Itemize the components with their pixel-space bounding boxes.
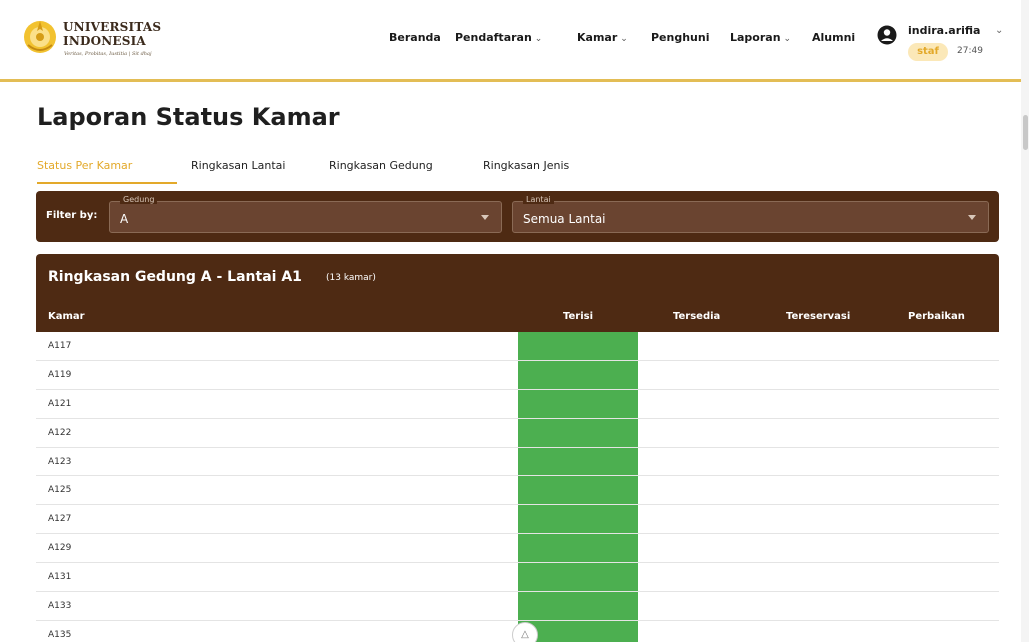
university-logo[interactable]: UNIVERSITAS INDONESIA Veritas, Probitas,… bbox=[20, 15, 190, 69]
room-label: A131 bbox=[48, 572, 72, 583]
logo-text-line1: UNIVERSITAS bbox=[63, 20, 162, 34]
room-label: A133 bbox=[48, 601, 72, 612]
app-header: UNIVERSITAS INDONESIA Veritas, Probitas,… bbox=[0, 0, 1029, 82]
user-name[interactable]: indira.arifia bbox=[908, 24, 980, 37]
page-title: Laporan Status Kamar bbox=[37, 103, 340, 131]
table-row[interactable]: A131 bbox=[36, 563, 999, 593]
table-row[interactable]: A125 bbox=[36, 476, 999, 506]
logo-tagline: Veritas, Probitas, Iustitia | Sit dhaj bbox=[64, 51, 152, 57]
tab-ringkasan-lantai[interactable]: Ringkasan Lantai bbox=[191, 159, 285, 172]
table-row[interactable]: A121 bbox=[36, 390, 999, 419]
table-row[interactable]: A127 bbox=[36, 505, 999, 535]
tab-ringkasan-gedung[interactable]: Ringkasan Gedung bbox=[329, 159, 433, 172]
column-header-tereservasi[interactable]: Tereservasi bbox=[786, 311, 850, 322]
gedung-select[interactable]: Gedung A bbox=[109, 195, 502, 233]
room-label: A117 bbox=[48, 341, 72, 351]
scrollbar-thumb[interactable] bbox=[1023, 115, 1028, 150]
caret-down-icon bbox=[968, 215, 976, 220]
active-tab-indicator bbox=[37, 182, 177, 184]
filter-label: Filter by: bbox=[46, 210, 98, 221]
nav-kamar[interactable]: Kamar ⌄ bbox=[577, 31, 628, 44]
room-label: A121 bbox=[48, 398, 72, 409]
room-label: A119 bbox=[48, 369, 72, 380]
room-label: A129 bbox=[48, 543, 72, 554]
room-label: A125 bbox=[48, 485, 72, 496]
room-label: A135 bbox=[48, 629, 72, 640]
tab-status-per-kamar[interactable]: Status Per Kamar bbox=[37, 159, 132, 172]
scroll-to-top-icon[interactable]: △ bbox=[512, 622, 538, 642]
lantai-select-value: Semua Lantai bbox=[523, 212, 606, 226]
gedung-select-legend: Gedung bbox=[120, 195, 158, 204]
lantai-select[interactable]: Lantai Semua Lantai bbox=[512, 195, 989, 233]
user-menu-chevron-icon[interactable]: ⌄ bbox=[995, 25, 1003, 36]
summary-header: Ringkasan Gedung A - Lantai A1 (13 kamar… bbox=[36, 254, 999, 332]
column-header-terisi[interactable]: Terisi bbox=[563, 311, 593, 322]
room-status-table: A117 A119 A121 A122 A123 A125 A127 A129 … bbox=[36, 332, 999, 642]
room-label: A127 bbox=[48, 514, 72, 525]
caret-down-icon bbox=[481, 215, 489, 220]
table-row[interactable]: A119 bbox=[36, 361, 999, 390]
nav-pendaftaran-label: Pendaftaran bbox=[455, 31, 532, 44]
nav-beranda-label: Beranda bbox=[389, 31, 441, 44]
nav-penghuni-label: Penghuni bbox=[651, 31, 710, 44]
table-row[interactable]: A122 bbox=[36, 419, 999, 448]
column-header-perbaikan[interactable]: Perbaikan bbox=[908, 311, 965, 322]
filter-bar: Filter by: Gedung A Lantai Semua Lantai bbox=[36, 191, 999, 242]
nav-kamar-label: Kamar bbox=[577, 31, 618, 44]
logo-text-line2: INDONESIA bbox=[63, 34, 146, 48]
makara-logo-icon bbox=[24, 21, 56, 53]
chevron-down-icon: ⌄ bbox=[534, 34, 543, 44]
room-label: A123 bbox=[48, 456, 72, 467]
summary-room-count: (13 kamar) bbox=[326, 273, 376, 283]
nav-laporan-label: Laporan bbox=[730, 31, 781, 44]
gedung-select-value: A bbox=[120, 212, 129, 226]
nav-laporan[interactable]: Laporan ⌄ bbox=[730, 31, 791, 44]
table-row[interactable]: A129 bbox=[36, 534, 999, 564]
chevron-down-icon: ⌄ bbox=[620, 34, 628, 44]
column-header-kamar[interactable]: Kamar bbox=[48, 311, 85, 322]
lantai-select-legend: Lantai bbox=[523, 195, 554, 204]
table-row[interactable]: A133 bbox=[36, 592, 999, 621]
nav-pendaftaran[interactable]: Pendaftaran ⌄ bbox=[455, 31, 542, 44]
tab-ringkasan-jenis[interactable]: Ringkasan Jenis bbox=[483, 159, 569, 172]
nav-beranda[interactable]: Beranda bbox=[389, 31, 441, 44]
role-badge: staf bbox=[908, 43, 948, 61]
nav-alumni[interactable]: Alumni bbox=[812, 31, 855, 44]
page-scrollbar[interactable] bbox=[1021, 0, 1029, 642]
user-avatar-icon[interactable] bbox=[877, 25, 897, 45]
column-header-tersedia[interactable]: Tersedia bbox=[673, 311, 720, 322]
table-row[interactable]: A123 bbox=[36, 448, 999, 477]
session-timer: 27:49 bbox=[957, 46, 983, 56]
nav-alumni-label: Alumni bbox=[812, 31, 856, 44]
chevron-down-icon: ⌄ bbox=[783, 34, 792, 44]
nav-penghuni[interactable]: Penghuni bbox=[651, 31, 710, 44]
room-label: A122 bbox=[48, 427, 72, 438]
summary-title: Ringkasan Gedung A - Lantai A1 bbox=[48, 269, 302, 285]
table-row[interactable]: A117 bbox=[36, 332, 999, 361]
